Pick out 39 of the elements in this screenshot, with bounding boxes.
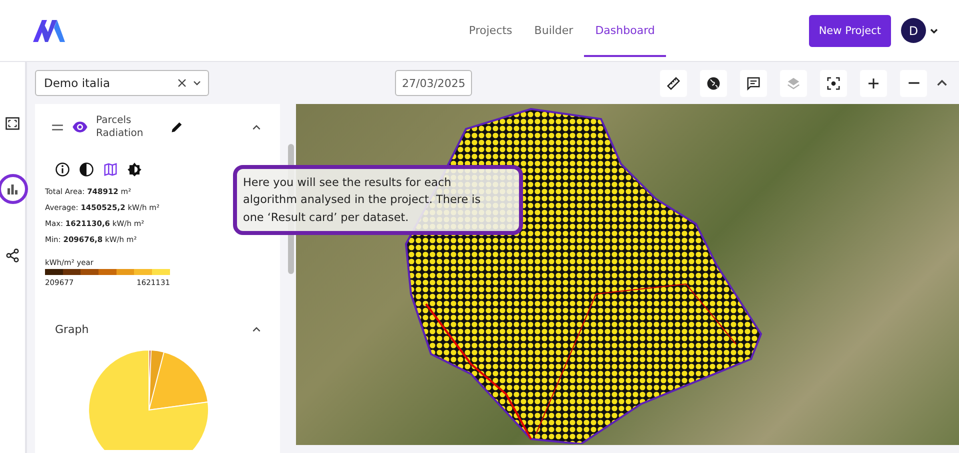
map-icon	[103, 162, 118, 177]
project-dropdown[interactable]: Demo italia	[35, 70, 209, 96]
comment-icon	[746, 76, 761, 90]
bar-chart-icon	[5, 182, 20, 196]
logo-icon	[33, 20, 65, 42]
clear-icon[interactable]	[177, 78, 187, 88]
focus-button[interactable]	[820, 70, 847, 96]
eye-icon[interactable]	[72, 119, 88, 135]
nav-tab[interactable]: Dashboard	[584, 4, 666, 57]
map-view-button[interactable]	[103, 162, 118, 177]
avatar[interactable]: D	[901, 18, 926, 43]
ruler-button[interactable]	[660, 70, 687, 96]
edit-icon[interactable]	[170, 120, 184, 134]
info-icon	[55, 162, 70, 177]
bar-chart-button[interactable]	[0, 174, 28, 204]
zoom-in-button[interactable]	[860, 70, 887, 96]
comment-button[interactable]	[740, 70, 767, 96]
zoom-out-button[interactable]	[900, 70, 927, 96]
nav-tab[interactable]: Builder	[523, 4, 584, 57]
frame-icon	[5, 116, 20, 130]
globe-icon	[706, 76, 721, 90]
ruler-icon	[666, 76, 681, 90]
brightness-view-button[interactable]	[127, 162, 142, 177]
nav-tab[interactable]: Projects	[458, 4, 524, 57]
layers-icon	[786, 76, 801, 90]
brightness-icon	[127, 162, 142, 177]
tutorial-tooltip: Here you will see the results for each algorithm analysed in the project. There is one ‘Result card’ per dataset.	[233, 165, 523, 236]
layer-title: Parcels Radiation	[96, 114, 144, 140]
date-field[interactable]: 27/03/2025	[395, 70, 472, 96]
info-view-button[interactable]	[55, 162, 70, 177]
graph-title: Graph	[55, 323, 89, 336]
contrast-icon	[79, 162, 94, 177]
caret-icon[interactable]	[192, 78, 202, 88]
contrast-view-button[interactable]	[79, 162, 94, 177]
globe-button[interactable]	[700, 70, 727, 96]
focus-icon	[826, 76, 841, 90]
share-icon	[5, 248, 20, 262]
new-project-button[interactable]: New Project	[808, 14, 891, 46]
zoom-in-icon	[866, 76, 881, 90]
